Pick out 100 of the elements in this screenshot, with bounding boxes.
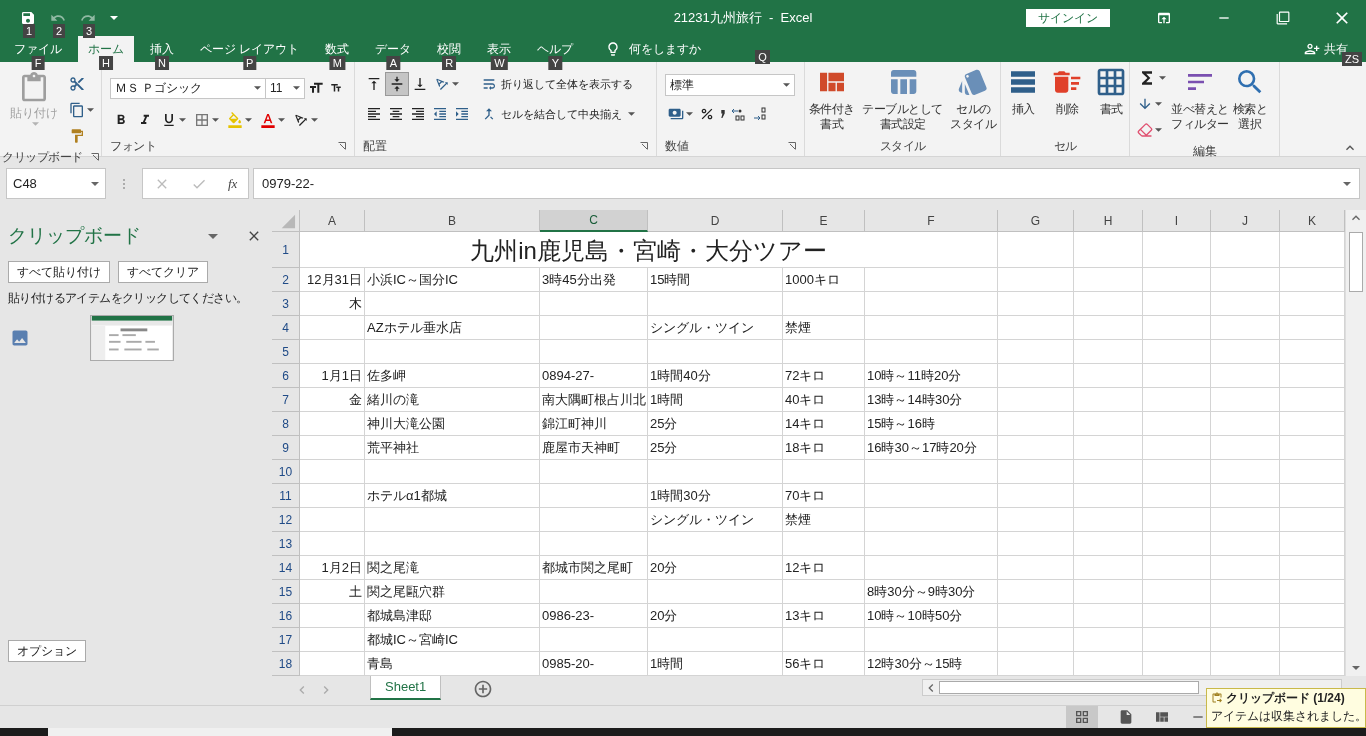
row-header[interactable]: 1	[272, 232, 300, 268]
column-header[interactable]: F	[865, 210, 998, 232]
save-icon[interactable]	[20, 10, 36, 26]
align-center-icon	[388, 106, 404, 122]
empty-cell	[1074, 580, 1143, 604]
row-header[interactable]: 2	[272, 268, 300, 292]
empty-cell	[1143, 484, 1211, 508]
scroll-thumb[interactable]	[939, 681, 1199, 694]
table-cell: 1時間	[648, 388, 783, 412]
table-cell: 40キロ	[783, 388, 865, 412]
keytip: M	[329, 56, 345, 70]
table-cell: 20分	[648, 604, 783, 628]
column-header[interactable]: D	[648, 210, 783, 232]
pane-button[interactable]: すべて貼り付け	[8, 260, 110, 283]
font-name-field[interactable]: ＭＳ Ｐゴシック	[110, 77, 266, 99]
normal-view-icon[interactable]	[1074, 709, 1090, 725]
dialog-launcher-icon[interactable]	[640, 142, 648, 150]
group-label: スタイル	[879, 138, 926, 155]
row-header[interactable]: 12	[272, 508, 300, 532]
scroll-down-icon[interactable]	[1352, 666, 1360, 670]
row-header[interactable]: 15	[272, 580, 300, 604]
ribbon-button[interactable]: 削除	[1045, 62, 1089, 136]
align-middle-button[interactable]	[385, 72, 409, 96]
caret-icon	[212, 118, 219, 122]
scroll-thumb[interactable]	[1349, 232, 1363, 292]
border-icon	[194, 112, 210, 128]
column-header[interactable]: C	[540, 210, 648, 232]
row-header[interactable]: 10	[272, 460, 300, 484]
table-cell: 15時～16時	[865, 412, 998, 436]
options-button[interactable]: オプション	[8, 640, 86, 662]
formula-field[interactable]: 0979-22-	[253, 168, 1360, 199]
row-header[interactable]: 9	[272, 436, 300, 460]
caret-icon	[628, 112, 635, 116]
decimal-increase-icon	[731, 106, 747, 122]
column-header[interactable]: B	[365, 210, 540, 232]
empty-cell	[1211, 316, 1280, 340]
row-header[interactable]: 3	[272, 292, 300, 316]
row-header[interactable]: 13	[272, 532, 300, 556]
table-cell: 12キロ	[783, 556, 865, 580]
ribbon-display-icon[interactable]	[1156, 10, 1172, 26]
row-header[interactable]: 16	[272, 604, 300, 628]
customize-icon[interactable]	[110, 16, 118, 20]
page-layout-icon[interactable]	[1118, 709, 1134, 725]
number-format-field[interactable]: 標準	[665, 74, 795, 96]
keytip: A	[386, 56, 400, 70]
row-header[interactable]: 8	[272, 412, 300, 436]
ribbon-button[interactable]: 条件付き 書式	[806, 62, 857, 136]
table-cell: 錦江町神川	[540, 412, 648, 436]
wrap-text-button[interactable]: 折り返して全体を表示する	[481, 72, 635, 96]
format-cells-icon	[1095, 66, 1127, 98]
row-header[interactable]: 5	[272, 340, 300, 364]
table-cell: 鹿屋市天神町	[540, 436, 648, 460]
empty-cell	[1143, 340, 1211, 364]
dialog-launcher-icon[interactable]	[338, 142, 346, 150]
restore-icon[interactable]	[1276, 11, 1290, 25]
insert-function-button[interactable]: fx	[228, 173, 238, 194]
font-size-field[interactable]: 11	[266, 77, 305, 99]
column-header[interactable]: A	[300, 210, 365, 232]
row-header[interactable]: 17	[272, 628, 300, 652]
group-label: 数値	[665, 138, 688, 155]
table-cell: 緒川の滝	[365, 388, 540, 412]
table-cell: 0986-23-	[540, 604, 648, 628]
empty-cell	[1211, 508, 1280, 532]
row-header[interactable]: 18	[272, 652, 300, 676]
table-cell: 荒平神社	[365, 436, 540, 460]
table-cell: シングル・ツイン	[648, 316, 783, 340]
add-sheet-icon[interactable]	[473, 679, 494, 699]
row-header[interactable]: 4	[272, 316, 300, 340]
column-header[interactable]: I	[1143, 210, 1211, 232]
row-header[interactable]: 6	[272, 364, 300, 388]
ribbon-button[interactable]: 検索と 選択	[1230, 62, 1269, 142]
pane-menu-icon[interactable]	[208, 233, 218, 239]
sign-in-button[interactable]: サインイン	[1026, 9, 1110, 27]
ribbon-button[interactable]: セルの スタイル	[948, 62, 999, 136]
sheet-tab[interactable]: Sheet1	[370, 676, 442, 700]
page-break-icon[interactable]	[1154, 709, 1170, 725]
group-label: 配置	[363, 138, 386, 155]
merge-center-button[interactable]: セルを結合して中央揃え	[481, 102, 635, 126]
vertical-scrollbar[interactable]	[1345, 210, 1366, 676]
empty-cell	[1211, 292, 1280, 316]
column-header[interactable]: G	[998, 210, 1074, 232]
keytip: P	[243, 56, 257, 70]
pane-button[interactable]: すべてクリア	[118, 260, 208, 283]
row-header[interactable]: 11	[272, 484, 300, 508]
name-box[interactable]: C48	[6, 168, 106, 199]
column-header[interactable]: E	[783, 210, 865, 232]
column-header[interactable]: H	[1074, 210, 1143, 232]
row-header[interactable]: 7	[272, 388, 300, 412]
caret-icon	[783, 83, 790, 87]
tell-me-field[interactable]: 何をしますか	[629, 37, 702, 61]
dialog-launcher-icon[interactable]	[788, 142, 796, 150]
ribbon-button[interactable]: 挿入	[1001, 62, 1045, 136]
table-cell: 25分	[648, 436, 783, 460]
dialog-launcher-icon[interactable]	[91, 153, 99, 161]
ribbon-button[interactable]: テーブルとして 書式設定	[860, 62, 945, 136]
row-header[interactable]: 14	[272, 556, 300, 580]
ribbon-button[interactable]: 並べ替えと フィルター	[1169, 62, 1231, 142]
column-header[interactable]: J	[1211, 210, 1280, 232]
empty-cell	[1074, 340, 1143, 364]
ribbon-button[interactable]: 書式	[1089, 62, 1133, 136]
